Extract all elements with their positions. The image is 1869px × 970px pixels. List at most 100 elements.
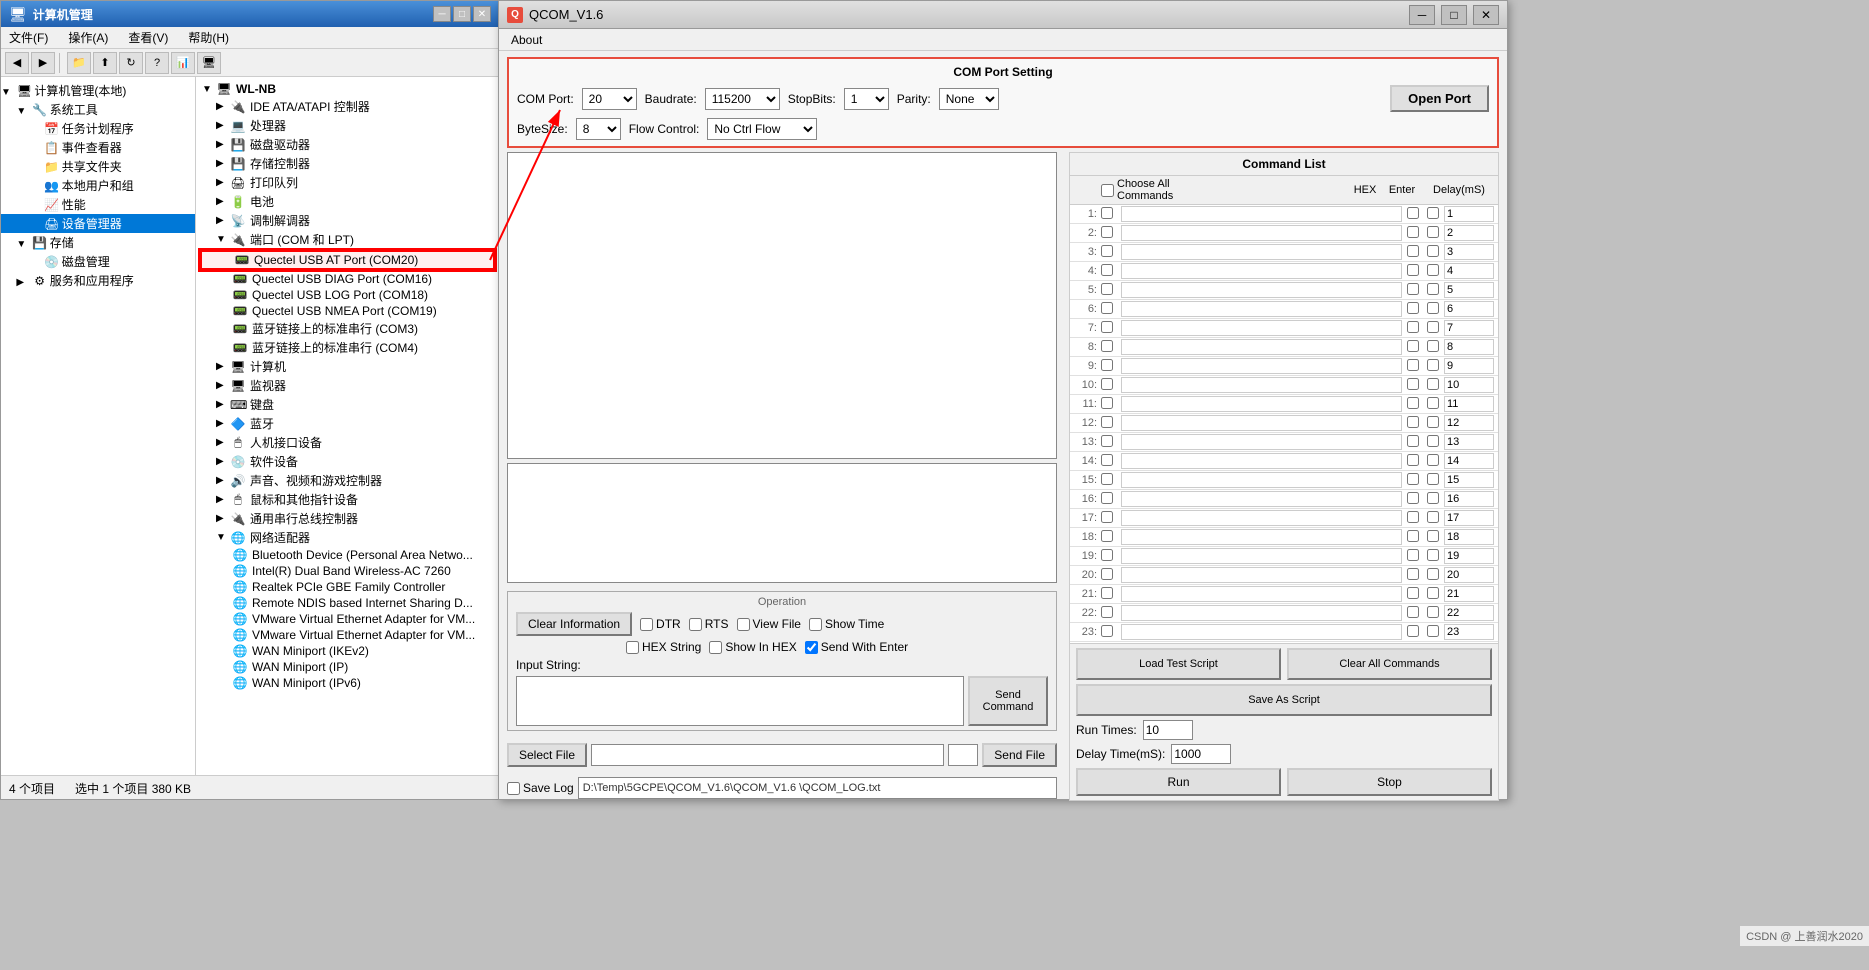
qcom-close-button[interactable]: ✕ — [1473, 5, 1499, 25]
cmd-row-checkbox[interactable] — [1101, 435, 1113, 447]
cmd-row-delay-input[interactable] — [1444, 605, 1494, 621]
terminal-output-bottom[interactable] — [507, 463, 1057, 583]
cmd-row-hex-checkbox[interactable] — [1407, 511, 1419, 523]
cmd-row-enter-checkbox[interactable] — [1427, 568, 1439, 580]
cmd-row-delay-input[interactable] — [1444, 396, 1494, 412]
clear-all-commands-button[interactable]: Clear All Commands — [1287, 648, 1492, 680]
cmd-row-hex-checkbox[interactable] — [1407, 264, 1419, 276]
device-storage-ctrl[interactable]: ▶ 💾存储控制器 — [200, 154, 495, 173]
device-rndis[interactable]: 🌐Remote NDIS based Internet Sharing D... — [200, 595, 495, 611]
device-hid[interactable]: ▶ 🖱人机接口设备 — [200, 433, 495, 452]
device-com19[interactable]: 📟Quectel USB NMEA Port (COM19) — [200, 303, 495, 319]
cmd-row-enter-checkbox[interactable] — [1427, 359, 1439, 371]
device-ide-ata[interactable]: ▶ 🔌IDE ATA/ATAPI 控制器 — [200, 97, 495, 116]
rts-checkbox[interactable] — [689, 618, 702, 631]
cmd-row-hex-checkbox[interactable] — [1407, 473, 1419, 485]
cmd-row-checkbox[interactable] — [1101, 606, 1113, 618]
device-network[interactable]: ▼ 🌐网络适配器 — [200, 528, 495, 547]
cmd-row-hex-checkbox[interactable] — [1407, 359, 1419, 371]
cmd-row-enter-checkbox[interactable] — [1427, 321, 1439, 333]
cmd-row-checkbox[interactable] — [1101, 340, 1113, 352]
tree-item-disk-mgmt[interactable]: 💿磁盘管理 — [1, 252, 195, 271]
cmd-row-delay-input[interactable] — [1444, 472, 1494, 488]
cmd-row-hex-checkbox[interactable] — [1407, 207, 1419, 219]
send-file-button[interactable]: Send File — [982, 743, 1057, 767]
cmd-row-hex-checkbox[interactable] — [1407, 549, 1419, 561]
clear-info-button[interactable]: Clear Information — [516, 612, 632, 636]
menu-action[interactable]: 操作(A) — [64, 27, 112, 48]
cmd-row-input[interactable] — [1121, 548, 1402, 564]
save-as-script-button[interactable]: Save As Script — [1076, 684, 1492, 716]
device-com20[interactable]: 📟Quectel USB AT Port (COM20) — [200, 250, 495, 270]
cmd-row-input[interactable] — [1121, 605, 1402, 621]
show-tree-button[interactable]: 📁 — [67, 52, 91, 74]
show-in-hex-checkbox[interactable] — [709, 641, 722, 654]
cmd-row-hex-checkbox[interactable] — [1407, 416, 1419, 428]
device-wan-ikev2[interactable]: 🌐WAN Miniport (IKEv2) — [200, 643, 495, 659]
cmd-row-checkbox[interactable] — [1101, 587, 1113, 599]
cmd-row-enter-checkbox[interactable] — [1427, 454, 1439, 466]
cmd-row-enter-checkbox[interactable] — [1427, 435, 1439, 447]
cmd-row-enter-checkbox[interactable] — [1427, 530, 1439, 542]
device-com18[interactable]: 📟Quectel USB LOG Port (COM18) — [200, 287, 495, 303]
cmd-row-input[interactable] — [1121, 358, 1402, 374]
cmd-row-hex-checkbox[interactable] — [1407, 606, 1419, 618]
cmd-row-delay-input[interactable] — [1444, 244, 1494, 260]
file-path-field[interactable] — [591, 744, 944, 766]
cmd-row-delay-input[interactable] — [1444, 415, 1494, 431]
device-mouse[interactable]: ▶ 🖱鼠标和其他指针设备 — [200, 490, 495, 509]
tree-item-task-scheduler[interactable]: 📅任务计划程序 — [1, 119, 195, 138]
close-button[interactable]: ✕ — [473, 6, 491, 22]
cmd-row-hex-checkbox[interactable] — [1407, 302, 1419, 314]
cmd-row-input[interactable] — [1121, 339, 1402, 355]
device-usb[interactable]: ▶ 🔌通用串行总线控制器 — [200, 509, 495, 528]
cmd-row-hex-checkbox[interactable] — [1407, 378, 1419, 390]
cmd-row-delay-input[interactable] — [1444, 377, 1494, 393]
cmd-row-input[interactable] — [1121, 282, 1402, 298]
terminal-output-top[interactable] — [507, 152, 1057, 459]
cmd-row-checkbox[interactable] — [1101, 397, 1113, 409]
cmd-row-checkbox[interactable] — [1101, 473, 1113, 485]
device-monitor[interactable]: ▶ 🖥监视器 — [200, 376, 495, 395]
device-software[interactable]: ▶ 💿软件设备 — [200, 452, 495, 471]
bytesize-select[interactable]: 8 — [576, 118, 621, 140]
cmd-row-enter-checkbox[interactable] — [1427, 511, 1439, 523]
cmd-row-delay-input[interactable] — [1444, 339, 1494, 355]
save-log-path-field[interactable] — [578, 777, 1057, 799]
parity-select[interactable]: None — [939, 88, 999, 110]
cmd-row-delay-input[interactable] — [1444, 434, 1494, 450]
cmd-row-enter-checkbox[interactable] — [1427, 606, 1439, 618]
cmd-row-checkbox[interactable] — [1101, 207, 1113, 219]
device-ports[interactable]: ▼ 🔌端口 (COM 和 LPT) — [200, 230, 495, 249]
device-vmware1[interactable]: 🌐VMware Virtual Ethernet Adapter for VM.… — [200, 611, 495, 627]
save-log-checkbox[interactable] — [507, 782, 520, 795]
flowcontrol-select[interactable]: No Ctrl Flow — [707, 118, 817, 140]
cmd-row-input[interactable] — [1121, 529, 1402, 545]
cmd-row-delay-input[interactable] — [1444, 491, 1494, 507]
tree-item-device-manager[interactable]: 🖨设备管理器 — [1, 214, 195, 233]
cmd-row-input[interactable] — [1121, 244, 1402, 260]
cmd-row-enter-checkbox[interactable] — [1427, 226, 1439, 238]
cmd-row-delay-input[interactable] — [1444, 453, 1494, 469]
menu-help[interactable]: 帮助(H) — [184, 27, 233, 48]
device-processor[interactable]: ▶ 💻处理器 — [200, 116, 495, 135]
view-file-checkbox[interactable] — [737, 618, 750, 631]
cmd-row-hex-checkbox[interactable] — [1407, 454, 1419, 466]
choose-all-checkbox[interactable] — [1101, 184, 1114, 197]
cmd-row-delay-input[interactable] — [1444, 548, 1494, 564]
cmd-row-delay-input[interactable] — [1444, 567, 1494, 583]
select-file-button[interactable]: Select File — [507, 743, 587, 767]
show-time-checkbox[interactable] — [809, 618, 822, 631]
cmd-row-hex-checkbox[interactable] — [1407, 340, 1419, 352]
device-keyboard[interactable]: ▶ ⌨键盘 — [200, 395, 495, 414]
device-bluetooth[interactable]: ▶ 🔷蓝牙 — [200, 414, 495, 433]
cmd-row-input[interactable] — [1121, 453, 1402, 469]
device-com4[interactable]: 📟蓝牙链接上的标准串行 (COM4) — [200, 338, 495, 357]
tree-item-storage[interactable]: ▼ 💾存储 — [1, 233, 195, 252]
cmd-row-checkbox[interactable] — [1101, 511, 1113, 523]
cmd-row-hex-checkbox[interactable] — [1407, 283, 1419, 295]
device-battery[interactable]: ▶ 🔋电池 — [200, 192, 495, 211]
cmd-row-enter-checkbox[interactable] — [1427, 416, 1439, 428]
cmd-row-enter-checkbox[interactable] — [1427, 549, 1439, 561]
cmd-row-checkbox[interactable] — [1101, 454, 1113, 466]
